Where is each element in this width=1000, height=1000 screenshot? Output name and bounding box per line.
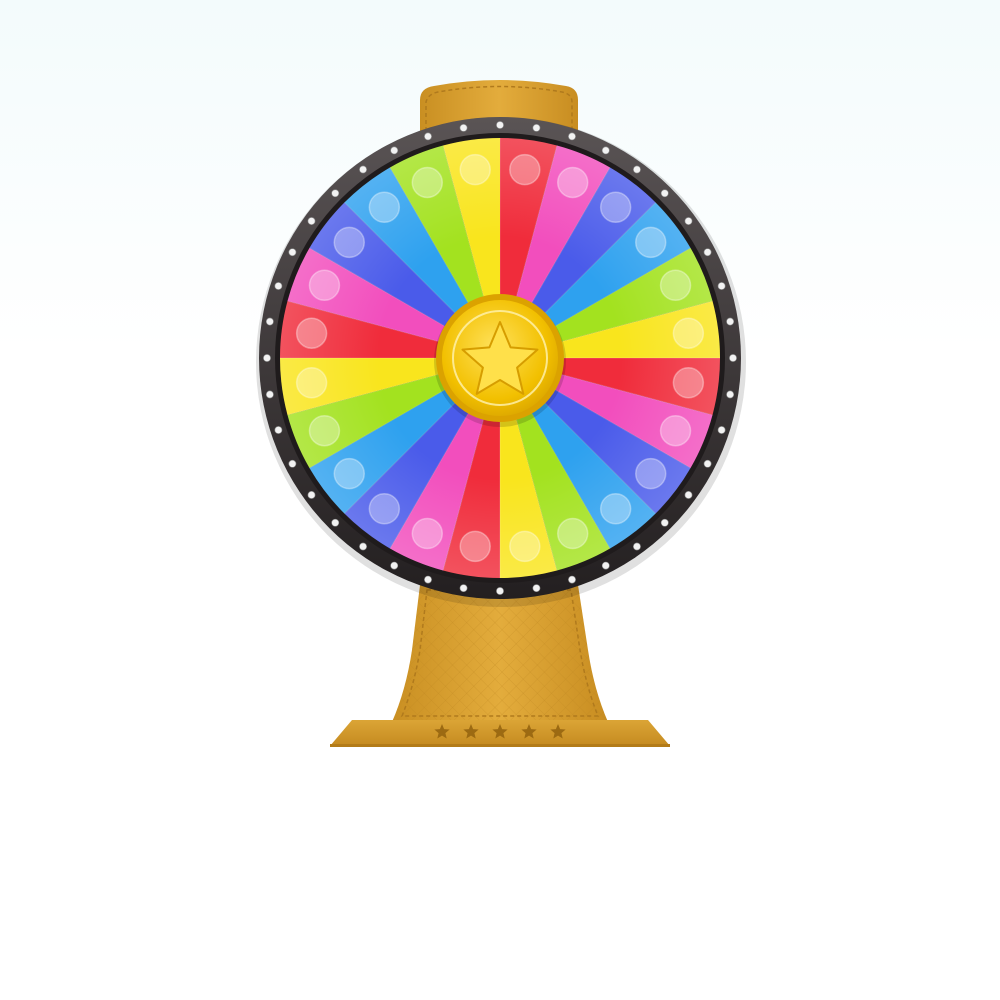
prize-wheel[interactable] bbox=[256, 117, 746, 607]
rim-stud bbox=[703, 248, 712, 257]
rim-stud bbox=[331, 518, 340, 527]
rim-stud bbox=[265, 390, 274, 399]
rim-stud bbox=[359, 542, 367, 551]
rim-stud bbox=[568, 132, 576, 141]
rim-stud bbox=[726, 317, 735, 326]
rim-stud bbox=[729, 354, 737, 362]
rim-stud bbox=[496, 587, 504, 595]
rim-stud bbox=[390, 146, 399, 155]
rim-stud bbox=[274, 282, 283, 290]
rim-stud bbox=[459, 123, 468, 132]
rim-stud bbox=[424, 575, 432, 584]
rim-stud bbox=[532, 123, 541, 132]
rim-stud bbox=[717, 282, 726, 290]
rim-stud bbox=[717, 426, 726, 434]
rim-stud bbox=[331, 189, 340, 198]
rim-stud bbox=[660, 518, 669, 527]
rim-stud bbox=[288, 248, 297, 257]
stand-base bbox=[330, 720, 670, 747]
prize-wheel-scene bbox=[0, 0, 1000, 1000]
rim-stud bbox=[660, 189, 669, 198]
rim-stud bbox=[633, 165, 641, 174]
rim-stud bbox=[307, 491, 316, 499]
rim-stud bbox=[265, 317, 274, 326]
rim-stud bbox=[359, 165, 367, 174]
rim-stud bbox=[274, 426, 283, 434]
rim-stud bbox=[390, 561, 399, 570]
rim-stud bbox=[263, 354, 271, 362]
rim-stud bbox=[601, 561, 610, 570]
rim-stud bbox=[684, 217, 693, 225]
rim-stud bbox=[684, 491, 693, 499]
rim-stud bbox=[532, 584, 541, 593]
rim-stud bbox=[633, 542, 641, 551]
rim-stud bbox=[459, 584, 468, 593]
rim-stud bbox=[726, 390, 735, 399]
rim-stud bbox=[424, 132, 432, 141]
rim-stud bbox=[307, 217, 316, 225]
rim-stud bbox=[568, 575, 576, 584]
rim-stud bbox=[703, 459, 712, 468]
rim-stud bbox=[288, 459, 297, 468]
wheel-hub[interactable] bbox=[434, 294, 566, 427]
rim-stud bbox=[496, 121, 504, 129]
rim-stud bbox=[601, 146, 610, 155]
prize-wheel-illustration bbox=[256, 80, 746, 747]
